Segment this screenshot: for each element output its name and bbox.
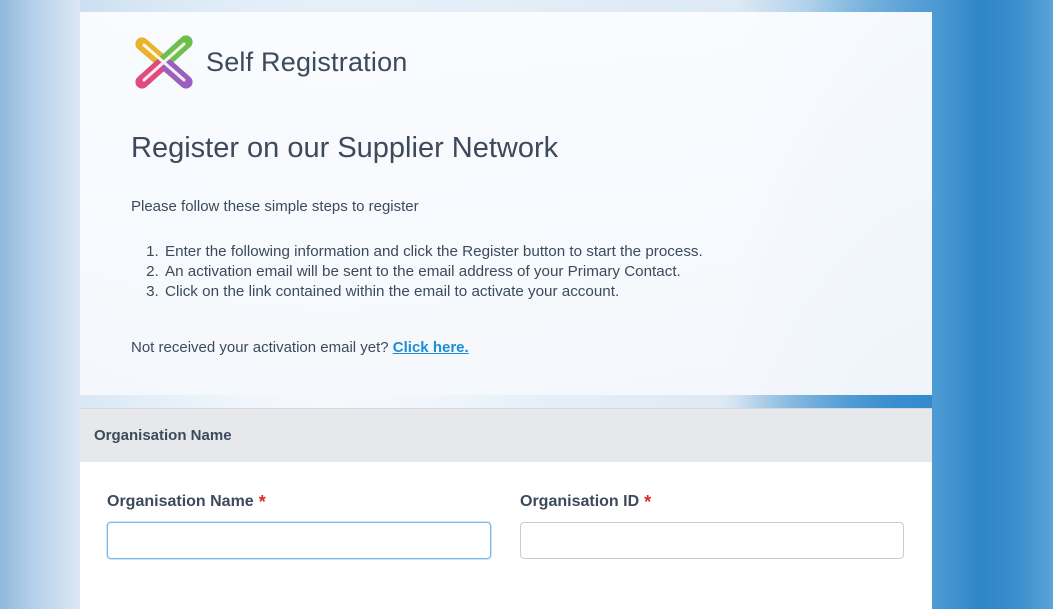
intro-text: Please follow these simple steps to regi…: [131, 198, 419, 215]
resend-activation-link[interactable]: Click here.: [393, 339, 469, 356]
app-header: Self Registration: [132, 30, 408, 94]
organisation-id-label: Organisation ID *: [520, 492, 904, 512]
background-left-strip: [0, 0, 80, 609]
step-item: Enter the following information and clic…: [163, 242, 703, 262]
registration-form: Organisation Name Organisation Name * Or…: [80, 408, 932, 609]
required-asterisk-icon: *: [258, 492, 266, 512]
organisation-id-input[interactable]: [520, 522, 904, 559]
section-header: Organisation Name: [80, 408, 932, 462]
organisation-id-label-text: Organisation ID: [520, 493, 640, 510]
step-item: Click on the link contained within the e…: [163, 282, 703, 302]
organisation-name-input[interactable]: [107, 522, 491, 559]
step-item: An activation email will be sent to the …: [163, 262, 703, 282]
required-asterisk-icon: *: [644, 492, 652, 512]
intro-panel: Self Registration Register on our Suppli…: [80, 12, 932, 395]
activation-notice-text: Not received your activation email yet?: [131, 339, 389, 356]
self-registration-logo-icon: [135, 35, 193, 89]
app-title: Self Registration: [206, 46, 408, 77]
page-title: Register on our Supplier Network: [131, 132, 559, 164]
organisation-name-label-text: Organisation Name: [107, 493, 254, 510]
background-right-strip: [932, 0, 1053, 609]
registration-steps: Enter the following information and clic…: [131, 242, 703, 302]
organisation-name-label: Organisation Name *: [107, 492, 491, 512]
organisation-name-field-group: Organisation Name *: [107, 492, 491, 559]
organisation-id-field-group: Organisation ID *: [520, 492, 904, 559]
activation-notice: Not received your activation email yet? …: [131, 339, 469, 356]
